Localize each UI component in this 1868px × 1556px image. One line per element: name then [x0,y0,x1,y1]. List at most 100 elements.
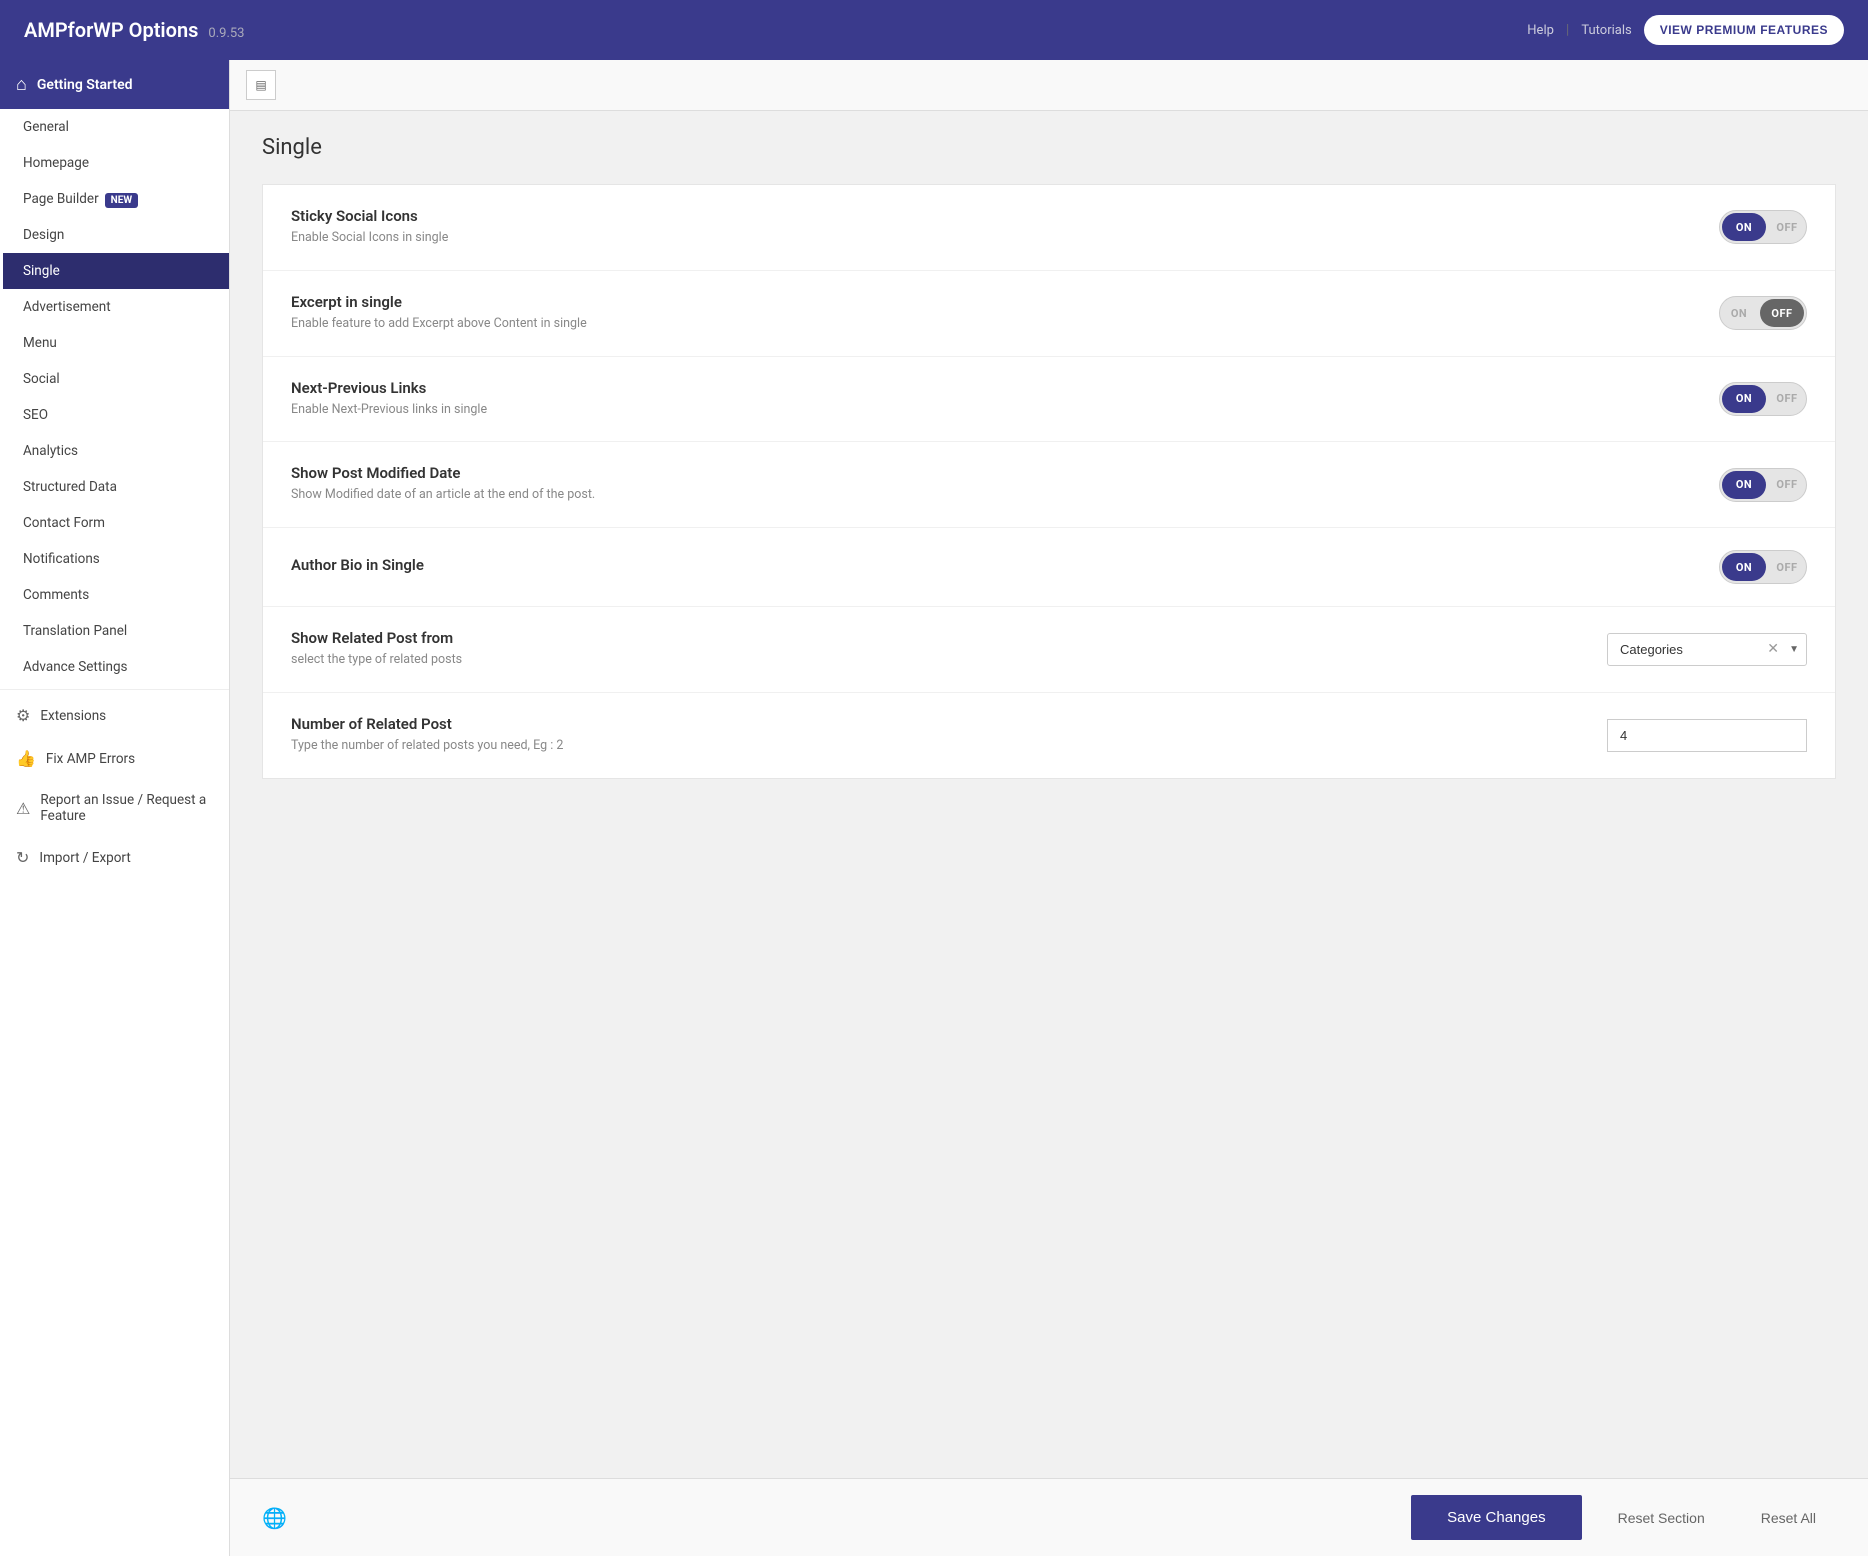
sidebar-special-label-extensions: Extensions [40,708,106,724]
tutorials-link[interactable]: Tutorials [1581,23,1631,38]
toggle-excerpt-in-single[interactable]: ON OFF [1719,296,1807,330]
app-title: AMPforWP Options [24,18,198,42]
toggle-author-bio-in-single[interactable]: ON OFF [1719,550,1807,584]
sidebar: ⌂ Getting Started General Homepage Page Bu… [0,60,230,1556]
sidebar-item-label-seo: SEO [23,407,48,423]
toggle-off-label-author-bio-in-single: OFF [1768,551,1806,583]
toggle-off-label-next-previous-links: OFF [1768,383,1806,415]
sidebar-item-label-analytics: Analytics [23,443,78,459]
sidebar-item-label-advance-settings: Advance Settings [23,659,128,675]
sidebar-item-label-homepage: Homepage [23,155,89,171]
sidebar-item-label-design: Design [23,227,64,243]
toggle-on-label-next-previous-links: ON [1722,385,1766,413]
toggle-next-previous-links[interactable]: ON OFF [1719,382,1807,416]
sidebar-item-extensions[interactable]: ⚙ Extensions [0,694,229,737]
sidebar-special-label-import-export: Import / Export [39,850,130,866]
sidebar-special-label-report-issue: Report an Issue / Request a Feature [40,792,213,824]
footer-right: Save Changes Reset Section Reset All [1411,1495,1836,1540]
toggle-sticky-social-icons[interactable]: ON OFF [1719,210,1807,244]
sidebar-item-label-advertisement: Advertisement [23,299,111,315]
sidebar-item-page-builder[interactable]: Page BuilderNEW [0,181,229,217]
setting-row-number-of-related-post: Number of Related Post Type the number o… [263,693,1835,778]
sidebar-item-seo[interactable]: SEO [0,397,229,433]
toggle-off-label-excerpt-in-single: OFF [1760,299,1804,327]
globe-icon[interactable]: 🌐 [262,1506,287,1530]
setting-desc-show-related-post-from: select the type of related posts [291,651,462,670]
sidebar-item-notifications[interactable]: Notifications [0,541,229,577]
setting-label-show-post-modified-date: Show Post Modified Date Show Modified da… [291,464,595,505]
select-wrap-show-related-post-from: CategoriesTagsBoth ✕ ▼ [1607,633,1807,666]
help-link[interactable]: Help [1527,23,1554,38]
sidebar-item-general[interactable]: General [0,109,229,145]
sidebar-item-menu[interactable]: Menu [0,325,229,361]
layout: ⌂ Getting Started General Homepage Page Bu… [0,60,1868,1556]
sidebar-item-label-general: General [23,119,69,135]
setting-desc-sticky-social-icons: Enable Social Icons in single [291,229,448,248]
setting-desc-next-previous-links: Enable Next-Previous links in single [291,401,487,420]
select-clear-show-related-post-from[interactable]: ✕ [1767,641,1779,657]
getting-started-label: Getting Started [37,77,133,93]
footer-left: 🌐 [262,1506,287,1530]
sidebar-item-translation-panel[interactable]: Translation Panel [0,613,229,649]
settings-card: Sticky Social Icons Enable Social Icons … [262,184,1836,779]
setting-label-author-bio-in-single: Author Bio in Single [291,556,424,578]
sidebar-item-report-issue[interactable]: ⚠ Report an Issue / Request a Feature [0,780,229,836]
toggle-on-label-excerpt-in-single: ON [1720,297,1758,329]
toggle-off-label-sticky-social-icons: OFF [1768,211,1806,243]
main-content: ▤ Single Sticky Social Icons Enable Soci… [230,60,1868,1556]
content-toolbar: ▤ [230,60,1868,111]
fix-amp-errors-icon: 👍 [16,749,36,768]
input-number-of-related-post[interactable] [1607,719,1807,752]
setting-label-excerpt-in-single: Excerpt in single Enable feature to add … [291,293,587,334]
sidebar-special-items: ⚙ Extensions👍 Fix AMP Errors⚠ Report an … [0,694,229,879]
sidebar-item-comments[interactable]: Comments [0,577,229,613]
sidebar-item-social[interactable]: Social [0,361,229,397]
setting-row-sticky-social-icons: Sticky Social Icons Enable Social Icons … [263,185,1835,271]
setting-row-next-previous-links: Next-Previous Links Enable Next-Previous… [263,357,1835,443]
content-area: Single Sticky Social Icons Enable Social… [230,111,1868,1478]
app-version: 0.9.53 [208,26,244,41]
sidebar-item-contact-form[interactable]: Contact Form [0,505,229,541]
import-export-icon: ↻ [16,848,29,867]
save-changes-button[interactable]: Save Changes [1411,1495,1581,1540]
sidebar-item-design[interactable]: Design [0,217,229,253]
toggle-show-post-modified-date[interactable]: ON OFF [1719,468,1807,502]
setting-label-sticky-social-icons: Sticky Social Icons Enable Social Icons … [291,207,448,248]
sidebar-item-homepage[interactable]: Homepage [0,145,229,181]
sidebar-nav: General Homepage Page BuilderNEW Design Sing… [0,109,229,685]
toolbar-grid-icon[interactable]: ▤ [246,70,276,100]
setting-label-show-related-post-from: Show Related Post from select the type o… [291,629,462,670]
sidebar-item-label-translation-panel: Translation Panel [23,623,127,639]
reset-all-button[interactable]: Reset All [1741,1496,1836,1540]
sidebar-item-advertisement[interactable]: Advertisement [0,289,229,325]
header-right: Help | Tutorials VIEW PREMIUM FEATURES [1527,15,1844,45]
sidebar-item-structured-data[interactable]: Structured Data [0,469,229,505]
setting-row-author-bio-in-single: Author Bio in Single ON OFF [263,528,1835,607]
sidebar-item-label-notifications: Notifications [23,551,100,567]
toggle-on-label-author-bio-in-single: ON [1722,553,1766,581]
setting-title-number-of-related-post: Number of Related Post [291,715,563,733]
sidebar-item-analytics[interactable]: Analytics [0,433,229,469]
reset-section-button[interactable]: Reset Section [1598,1496,1725,1540]
report-issue-icon: ⚠ [16,799,30,818]
setting-row-show-post-modified-date: Show Post Modified Date Show Modified da… [263,442,1835,528]
sidebar-getting-started[interactable]: ⌂ Getting Started [0,60,229,109]
toggle-off-label-show-post-modified-date: OFF [1768,469,1806,501]
sidebar-item-single[interactable]: Single [0,253,229,289]
setting-label-number-of-related-post: Number of Related Post Type the number o… [291,715,563,756]
sidebar-item-fix-amp-errors[interactable]: 👍 Fix AMP Errors [0,737,229,780]
sidebar-item-label-structured-data: Structured Data [23,479,117,495]
setting-desc-number-of-related-post: Type the number of related posts you nee… [291,737,563,756]
new-badge: NEW [105,193,138,208]
setting-row-excerpt-in-single: Excerpt in single Enable feature to add … [263,271,1835,357]
setting-desc-excerpt-in-single: Enable feature to add Excerpt above Cont… [291,315,587,334]
setting-title-show-related-post-from: Show Related Post from [291,629,462,647]
sidebar-item-import-export[interactable]: ↻ Import / Export [0,836,229,879]
page-title: Single [262,135,1836,160]
setting-label-next-previous-links: Next-Previous Links Enable Next-Previous… [291,379,487,420]
setting-title-next-previous-links: Next-Previous Links [291,379,487,397]
premium-button[interactable]: VIEW PREMIUM FEATURES [1644,15,1844,45]
header-left: AMPforWP Options 0.9.53 [24,18,245,42]
sidebar-divider [0,689,229,690]
sidebar-item-advance-settings[interactable]: Advance Settings [0,649,229,685]
